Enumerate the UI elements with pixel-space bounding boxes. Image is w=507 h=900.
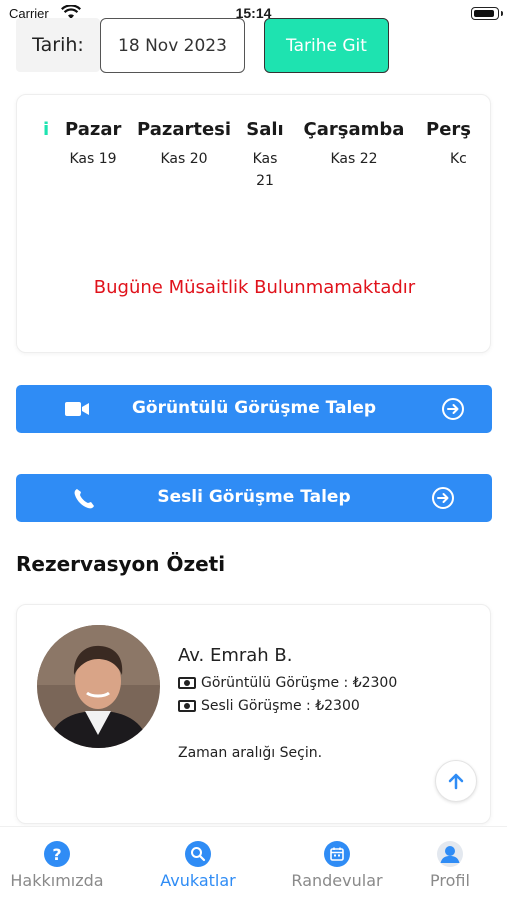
reservation-summary-title: Rezervasyon Özeti [16, 552, 226, 576]
video-call-label: Görüntülü Görüşme Talep [131, 398, 377, 418]
day-name: Çarşamba [303, 119, 405, 140]
tab-avukatlar[interactable]: Avukatlar [150, 841, 246, 890]
tab-bar: ? Hakkımızda Avukatlar Randevular Profil [0, 826, 507, 900]
battery-icon [471, 7, 503, 20]
question-icon: ? [44, 841, 70, 867]
day-name: Pazartesi [137, 119, 232, 140]
date-label: Tarih: [16, 18, 100, 72]
voice-call-request-button[interactable]: Sesli Görüşme Talep [16, 474, 492, 522]
day-name: Pazar [65, 119, 122, 140]
calendar-icon [324, 841, 350, 867]
lawyer-name: Av. Emrah B. [178, 645, 293, 666]
day-date: Kas 20 [160, 151, 208, 167]
search-icon [185, 841, 211, 867]
arrow-right-circle-icon [432, 487, 454, 509]
day-name: Salı [246, 119, 284, 140]
select-time-hint: Zaman aralığı Seçin. [178, 745, 323, 761]
voice-call-label: Sesli Görüşme Talep [157, 487, 351, 507]
day-item[interactable]: Çarşamba Kas 22 [299, 119, 409, 170]
tab-label: Randevular [291, 871, 383, 890]
day-item[interactable]: Pazartesi Kas 20 [137, 119, 231, 170]
day-date: Kas 21 [252, 151, 278, 189]
day-strip[interactable]: i Pazar Kas 19 Pazartesi Kas 20 Salı Kas… [17, 119, 490, 199]
day-item[interactable]: Pazar Kas 19 [65, 119, 121, 170]
day-selector-card: i Pazar Kas 19 Pazartesi Kas 20 Salı Kas… [16, 94, 491, 353]
tab-label: Avukatlar [160, 871, 236, 890]
video-price: Görüntülü Görüşme : ₺2300 [201, 675, 398, 691]
scroll-to-top-button[interactable] [435, 760, 477, 802]
voice-price-line: Sesli Görüşme : ₺2300 [178, 698, 360, 714]
no-availability-message: Bugüne Müsaitlik Bulunmamaktadır [93, 277, 416, 298]
money-icon [178, 700, 196, 712]
tab-hakkimizda[interactable]: ? Hakkımızda [6, 841, 108, 890]
day-partial-left[interactable]: i [43, 119, 49, 140]
voice-price: Sesli Görüşme : ₺2300 [201, 698, 360, 714]
video-call-request-button[interactable]: Görüntülü Görüşme Talep [16, 385, 492, 433]
arrow-right-circle-icon [442, 398, 464, 420]
day-date: Kc [450, 151, 467, 167]
money-icon [178, 677, 196, 689]
day-date: Kas 22 [330, 151, 378, 167]
day-date: Kas 19 [69, 151, 117, 167]
tab-randevular[interactable]: Randevular [282, 841, 392, 890]
tab-label: Hakkımızda [10, 871, 104, 890]
lawyer-avatar [37, 625, 160, 748]
day-item[interactable]: Perş Kc [426, 119, 472, 170]
day-item[interactable]: Salı Kas 21 [245, 119, 285, 192]
user-icon [437, 841, 463, 867]
date-field[interactable]: 18 Nov 2023 [100, 18, 245, 73]
video-price-line: Görüntülü Görüşme : ₺2300 [178, 675, 397, 691]
tab-label: Profil [430, 871, 470, 890]
reservation-summary-card: Av. Emrah B. Görüntülü Görüşme : ₺2300 S… [16, 604, 491, 824]
tab-profil[interactable]: Profil [420, 841, 480, 890]
day-name: Perş [426, 119, 471, 140]
go-to-date-button[interactable]: Tarihe Git [264, 18, 389, 73]
arrow-up-icon [448, 773, 464, 790]
